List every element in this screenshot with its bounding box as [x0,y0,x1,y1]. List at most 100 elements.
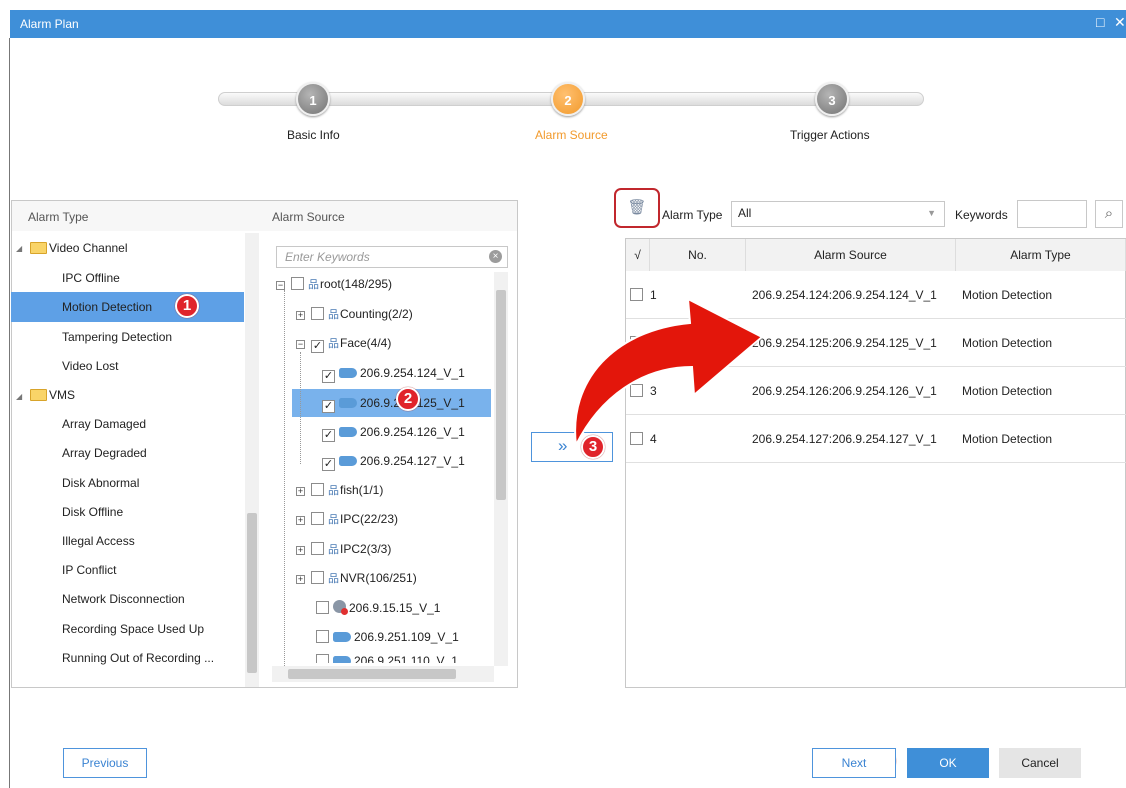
node-checkbox[interactable] [316,630,329,643]
alarm-type-illegal-access[interactable]: Illegal Access [62,534,135,548]
group-vms[interactable]: VMS [30,388,75,402]
keywords-input[interactable] [1017,200,1087,228]
camera-offline-icon [333,600,348,615]
node-checkbox[interactable]: ✓ [322,400,335,413]
tree-node-camera[interactable]: ✓ 206.9.254.124_V_1 [322,363,465,383]
row-alarm-source: 206.9.254.124:206.9.254.124_V_1 [752,288,937,302]
alarm-type-motion-detection[interactable]: Motion Detection [62,300,152,314]
expand-icon[interactable]: + [296,516,305,525]
select-value: All [738,206,752,220]
node-label: root(148/295) [320,277,393,291]
collapse-icon[interactable]: − [296,340,305,349]
delete-icon[interactable]: 🗑 [614,188,660,228]
next-button[interactable]: Next [812,748,896,778]
collapse-triangle-icon[interactable]: ◢ [16,392,22,401]
col-alarm-type-header: Alarm Type [956,239,1126,271]
node-checkbox[interactable] [311,483,324,496]
alarm-type-disk-offline[interactable]: Disk Offline [62,505,123,519]
alarm-type-video-lost[interactable]: Video Lost [62,359,119,373]
step-1-circle: 1 [296,82,330,116]
cancel-button[interactable]: Cancel [999,748,1081,778]
tree-node-root[interactable]: − 品 root(148/295) [276,274,392,294]
alarm-type-recording-space-used-up[interactable]: Recording Space Used Up [62,622,204,636]
step-3-label: Trigger Actions [790,128,870,142]
group-video-channel[interactable]: Video Channel [30,241,128,255]
camera-icon [333,656,351,663]
maximize-icon[interactable]: □ [1096,14,1104,30]
node-checkbox[interactable] [316,601,329,614]
node-checkbox[interactable] [316,654,329,663]
tree-node-face[interactable]: − ✓ 品 Face(4/4) [296,333,391,353]
expand-icon[interactable]: + [296,575,305,584]
node-checkbox[interactable] [311,571,324,584]
node-label: IPC(22/23) [340,512,399,526]
tree-node-camera-offline[interactable]: 206.9.15.15_V_1 [316,598,440,618]
node-label: NVR(106/251) [340,571,417,585]
close-icon[interactable]: ✕ [1114,14,1126,31]
node-label: IPC2(3/3) [340,542,392,556]
source-tree-hscrollbar[interactable] [272,666,494,682]
group-label: Video Channel [49,241,128,255]
alarm-type-running-out-of-recording[interactable]: Running Out of Recording ... [62,651,214,665]
camera-icon [339,368,357,378]
col-check-header: √ [626,239,650,271]
tree-node-camera[interactable]: 206.9.251.109_V_1 [316,627,459,647]
row-alarm-type: Motion Detection [962,288,1053,302]
alarm-type-disk-abnormal[interactable]: Disk Abnormal [62,476,139,490]
tree-node-camera[interactable]: 206.9.251.110_V_1 [316,651,458,663]
alarm-type-ip-conflict[interactable]: IP Conflict [62,563,116,577]
scrollbar-thumb[interactable] [288,669,456,679]
group-label: VMS [49,388,76,402]
alarm-type-network-disconnection[interactable]: Network Disconnection [62,592,185,606]
org-icon: 品 [328,514,339,526]
search-icon[interactable]: ⌕ [1095,200,1123,228]
source-search-input[interactable]: Enter Keywords [276,246,508,268]
step-2-label: Alarm Source [535,128,608,142]
tree-node-nvr[interactable]: + 品 NVR(106/251) [296,568,417,588]
previous-button[interactable]: Previous [63,748,147,778]
scrollbar-thumb[interactable] [247,513,257,673]
tree-node-camera[interactable]: ✓ 206.9.254.126_V_1 [322,422,465,442]
tree-node-ipc[interactable]: + 品 IPC(22/23) [296,509,398,529]
row-alarm-type: Motion Detection [962,432,1053,446]
tree-node-camera[interactable]: ✓ 206.9.254.127_V_1 [322,451,465,471]
node-label: 206.9.254.126_V_1 [360,425,465,439]
node-label: 206.9.254.124_V_1 [360,366,465,380]
clear-search-icon[interactable]: × [489,250,502,263]
row-alarm-source: 206.9.254.127:206.9.254.127_V_1 [752,432,937,446]
expand-icon[interactable]: + [296,487,305,496]
tree-node-camera[interactable]: ✓206.9.254.125_V_1 [322,393,465,413]
step-2-circle: 2 [551,82,585,116]
alarm-type-array-damaged[interactable]: Array Damaged [62,417,146,431]
node-checkbox[interactable]: ✓ [322,370,335,383]
org-icon: 品 [328,309,339,321]
node-checkbox[interactable]: ✓ [311,340,324,353]
ok-button[interactable]: OK [907,748,989,778]
tree-node-fish[interactable]: + 品 fish(1/1) [296,480,383,500]
alarm-type-ipc-offline[interactable]: IPC Offline [62,271,120,285]
collapse-triangle-icon[interactable]: ◢ [16,244,22,253]
alarm-type-array-degraded[interactable]: Array Degraded [62,446,147,460]
org-icon: 品 [308,279,319,291]
row-alarm-type: Motion Detection [962,336,1053,350]
source-tree-vscrollbar[interactable] [494,272,508,666]
node-checkbox[interactable] [311,307,324,320]
callout-badge-1: 1 [175,294,199,318]
callout-badge-3: 3 [581,435,605,459]
expand-icon[interactable]: + [296,311,305,320]
collapse-icon[interactable]: − [276,281,285,290]
tree-node-ipc2[interactable]: + 品 IPC2(3/3) [296,539,391,559]
alarm-type-scrollbar[interactable] [245,233,259,687]
expand-icon[interactable]: + [296,546,305,555]
scrollbar-thumb[interactable] [496,290,506,500]
node-checkbox[interactable]: ✓ [322,458,335,471]
alarm-type-select[interactable]: All ▼ [731,201,945,227]
tree-node-counting[interactable]: + 品 Counting(2/2) [296,304,413,324]
node-checkbox[interactable] [311,542,324,555]
node-checkbox[interactable] [311,512,324,525]
alarm-type-tampering-detection[interactable]: Tampering Detection [62,330,172,344]
node-checkbox[interactable]: ✓ [322,429,335,442]
camera-icon [333,632,351,642]
node-checkbox[interactable] [291,277,304,290]
folder-icon [30,242,47,254]
